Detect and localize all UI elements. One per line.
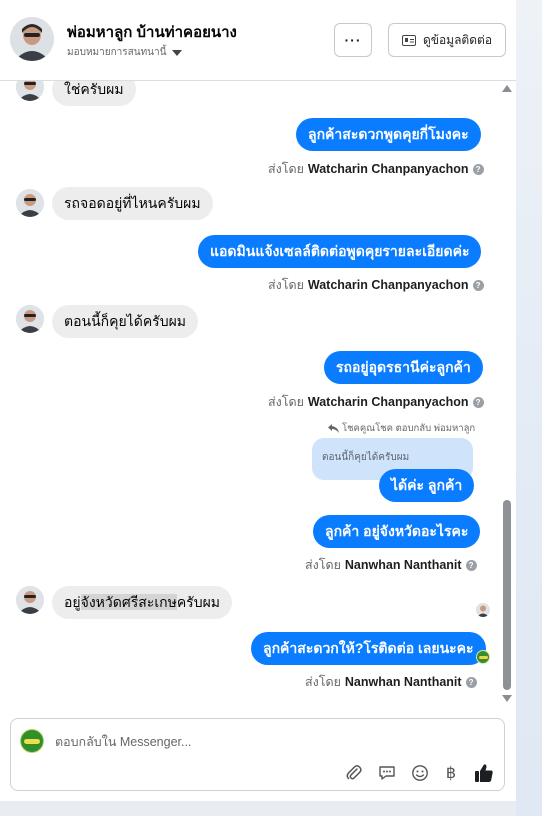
- outgoing-message[interactable]: รถอยู่อุดรธานีค่ะลูกค้า: [324, 351, 483, 384]
- outgoing-message[interactable]: ลูกค้าสะดวกให้?โรติดต่อ เลยนะคะ: [251, 632, 486, 665]
- sent-by-prefix: ส่งโดย: [268, 162, 304, 176]
- sender-avatar[interactable]: [16, 305, 44, 333]
- sender-avatar[interactable]: [16, 189, 44, 217]
- info-icon[interactable]: ?: [465, 676, 477, 688]
- background-strip: [0, 801, 516, 816]
- background-strip: [516, 0, 542, 816]
- reply-composer: ฿: [10, 718, 505, 791]
- message-text-part: ครับผม: [176, 594, 221, 610]
- incoming-message[interactable]: ตอนนี้ก็คุยได้ครับผม: [52, 305, 199, 338]
- incoming-message[interactable]: อยู่จังหวัดศรีสะเกษครับผม: [52, 586, 233, 619]
- caret-down-icon: [172, 49, 183, 56]
- page-avatar: [20, 729, 44, 753]
- sent-by-prefix: ส่งโดย: [305, 675, 341, 689]
- scrollbar-thumb[interactable]: [503, 500, 511, 690]
- conversation-header: พ่อมหาลูก บ้านท่าคอยนาง มอบหมายการสนทนาน…: [0, 0, 516, 81]
- outgoing-message[interactable]: ลูกค้า อยู่จังหวัดอะไรคะ: [313, 515, 481, 548]
- outgoing-message[interactable]: ลูกค้าสะดวกพูดคุยกี่โมงคะ: [296, 118, 481, 151]
- smiley-icon[interactable]: [410, 763, 430, 783]
- incoming-message[interactable]: ใช่ครับผม: [52, 81, 136, 106]
- sent-by-label: ส่งโดย Watcharin Chanpanyachon ?: [268, 159, 484, 179]
- sender-name: Nanwhan Nanthanit: [344, 675, 462, 689]
- message-thread: ใช่ครับผม ลูกค้าสะดวกพูดคุยกี่โมงคะ ส่งโ…: [0, 81, 500, 711]
- contact-avatar[interactable]: [10, 17, 54, 61]
- info-icon[interactable]: ?: [472, 396, 484, 408]
- sent-by-label: ส่งโดย Nanwhan Nanthanit ?: [305, 672, 477, 692]
- chat-bubble-icon[interactable]: [377, 763, 397, 783]
- sent-by-label: ส่งโดย Watcharin Chanpanyachon ?: [268, 275, 484, 295]
- sent-by-label: ส่งโดย Watcharin Chanpanyachon ?: [268, 392, 484, 412]
- conversation-panel: พ่อมหาลูก บ้านท่าคอยนาง มอบหมายการสนทนาน…: [0, 0, 516, 801]
- sender-avatar[interactable]: [16, 586, 44, 614]
- message-text-part: อยู่: [64, 594, 81, 610]
- message-input[interactable]: [55, 733, 475, 751]
- reply-context-text: โชคคูณโชค ตอบกลับ พ่อมหาลูก: [342, 423, 476, 434]
- contact-name: พ่อมหาลูก บ้านท่าคอยนาง: [67, 24, 237, 41]
- baht-icon[interactable]: ฿: [441, 763, 461, 783]
- more-options-button[interactable]: ···: [334, 23, 372, 57]
- sent-by-label: ส่งโดย Nanwhan Nanthanit ?: [305, 555, 477, 575]
- info-icon[interactable]: ?: [465, 559, 477, 571]
- info-icon[interactable]: ?: [472, 163, 484, 175]
- reply-arrow-icon: [328, 424, 339, 433]
- reply-context: โชคคูณโชค ตอบกลับ พ่อมหาลูก: [328, 421, 475, 436]
- view-contact-button[interactable]: ดูข้อมูลติดต่อ: [388, 23, 506, 57]
- scroll-up-arrow[interactable]: [502, 85, 512, 92]
- view-contact-label: ดูข้อมูลติดต่อ: [422, 32, 493, 47]
- scroll-down-arrow[interactable]: [502, 695, 512, 702]
- sent-by-prefix: ส่งโดย: [268, 395, 304, 409]
- assign-label: มอบหมายการสนทนานี้: [67, 47, 167, 58]
- sender-name: Nanwhan Nanthanit: [344, 558, 462, 572]
- sender-name: Watcharin Chanpanyachon: [307, 162, 469, 176]
- sender-avatar[interactable]: [16, 81, 44, 101]
- selected-text: จังหวัดศรีสะเกษ: [80, 594, 177, 610]
- sent-by-prefix: ส่งโดย: [305, 558, 341, 572]
- sender-name: Watcharin Chanpanyachon: [307, 395, 469, 409]
- seen-avatar: [476, 603, 490, 617]
- seen-avatar: [476, 650, 490, 664]
- outgoing-message[interactable]: แอดมินแจ้งเซลล์ติดต่อพูดคุยรายละเอียดค่ะ: [198, 235, 482, 268]
- incoming-message[interactable]: รถจอดอยู่ที่ไหนครับผม: [52, 187, 213, 220]
- paperclip-icon[interactable]: [344, 763, 364, 783]
- assign-conversation-dropdown[interactable]: มอบหมายการสนทนานี้: [67, 45, 183, 60]
- id-card-icon: [401, 34, 416, 46]
- sender-name: Watcharin Chanpanyachon: [307, 278, 469, 292]
- outgoing-message[interactable]: ได้ค่ะ ลูกค้า: [379, 469, 475, 502]
- thumbs-up-icon[interactable]: [474, 763, 494, 783]
- sent-by-prefix: ส่งโดย: [268, 278, 304, 292]
- more-icon: ···: [344, 32, 362, 48]
- info-icon[interactable]: ?: [472, 279, 484, 291]
